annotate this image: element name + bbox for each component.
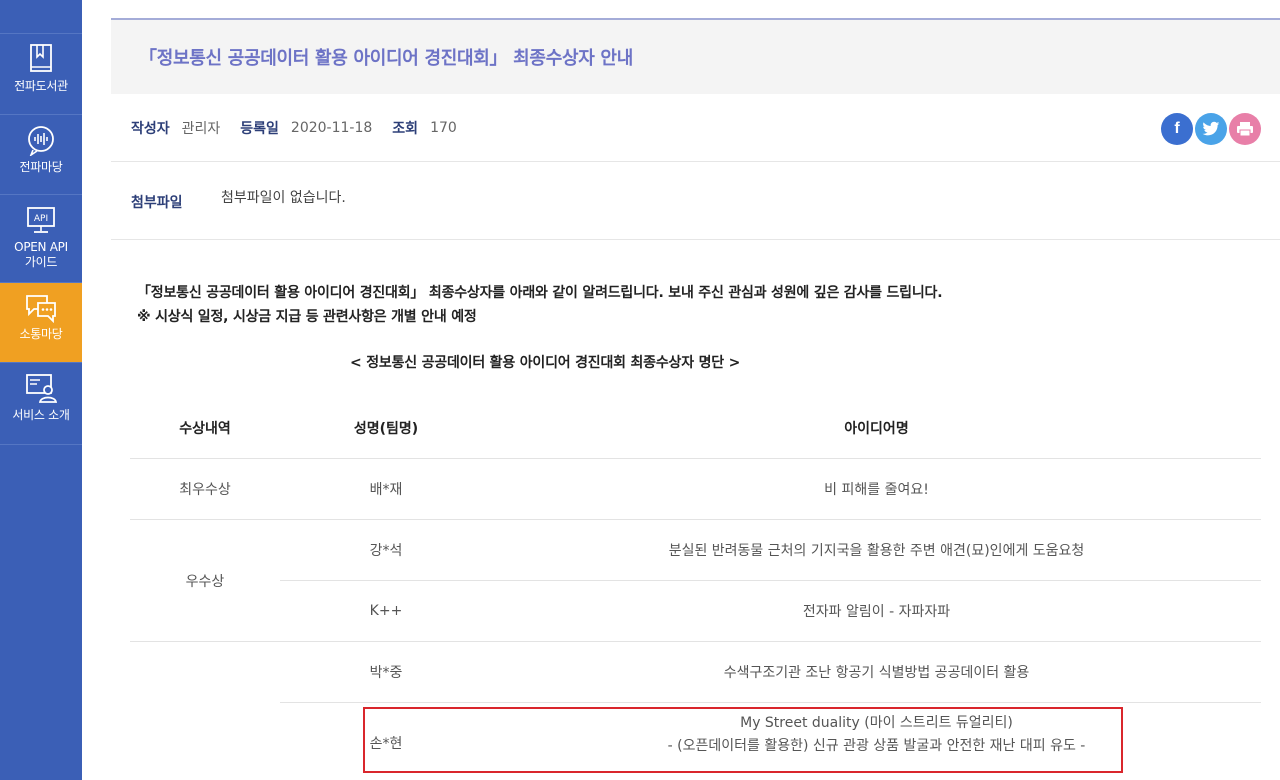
body-line: 「정보통신 공공데이터 활용 아이디어 경진대회」 최종수상자를 아래와 같이 … bbox=[137, 285, 943, 301]
table-cell-idea: 수색구조기관 조난 항공기 식별방법 공공데이터 활용 bbox=[723, 665, 1030, 681]
table-cell-idea: 전자파 알림이 - 자파자파 bbox=[802, 604, 951, 620]
table-cell-name: 손*현 bbox=[369, 736, 403, 752]
table-cell-name: K++ bbox=[369, 603, 403, 619]
table-cell-award: 우수상 bbox=[185, 573, 225, 590]
twitter-icon bbox=[1202, 121, 1220, 136]
table-cell-name: 배*재 bbox=[369, 482, 403, 498]
facebook-share-button[interactable]: f bbox=[1161, 113, 1193, 145]
svg-text:API: API bbox=[34, 214, 48, 224]
api-monitor-icon: API bbox=[27, 207, 55, 233]
attachment-row: 첨부파일 첨부파일이 없습니다. bbox=[111, 162, 1280, 240]
sidebar-item-radio-plaza[interactable]: 전파마당 bbox=[0, 115, 82, 195]
idea-title: My Street duality (마이 스트리트 듀얼리티) bbox=[740, 715, 1013, 731]
attachment-value: 첨부파일이 없습니다. bbox=[221, 190, 346, 206]
print-button[interactable] bbox=[1229, 113, 1261, 145]
attachment-label: 첨부파일 bbox=[131, 195, 183, 211]
chat-bubbles-icon bbox=[26, 295, 56, 323]
body-note: ※ 시상식 일정, 시상금 지급 등 관련사항은 개별 안내 예정 bbox=[137, 309, 477, 325]
sidebar-item-label: 서비스 소개 bbox=[12, 408, 70, 422]
page-title: 「정보통신 공공데이터 활용 아이디어 경진대회」 최종수상자 안내 bbox=[139, 48, 633, 69]
author-value: 관리자 bbox=[181, 121, 221, 137]
post-meta: 작성자 관리자 등록일 2020-11-18 조회 170 f bbox=[111, 94, 1280, 162]
table-header-award: 수상내역 bbox=[179, 421, 231, 437]
date-label: 등록일 bbox=[240, 121, 279, 137]
table-cell-idea: 비 피해를 줄여요! bbox=[824, 482, 929, 498]
views-value: 170 bbox=[430, 120, 457, 136]
table-header-idea: 아이디어명 bbox=[844, 421, 909, 437]
service-person-icon bbox=[26, 374, 58, 403]
sidebar-item-communication[interactable]: 소통마당 bbox=[0, 283, 82, 363]
views-label: 조회 bbox=[392, 121, 419, 137]
idea-subtitle: - (오픈데이터를 활용한) 신규 관광 상품 발굴과 안전한 재난 대피 유도… bbox=[667, 738, 1086, 754]
sidebar-item-label: 소통마당 bbox=[19, 327, 63, 341]
table-cell-award: 최우수상 bbox=[179, 482, 231, 498]
sidebar-top-spacer bbox=[0, 0, 82, 34]
speech-wave-icon bbox=[28, 126, 54, 156]
share-buttons: f bbox=[1159, 113, 1261, 145]
table-header-name: 성명(팀명) bbox=[353, 421, 419, 437]
sidebar-item-service-intro[interactable]: 서비스 소개 bbox=[0, 363, 82, 445]
table-cell-idea: My Street duality (마이 스트리트 듀얼리티) - (오픈데이… bbox=[492, 703, 1261, 780]
twitter-share-button[interactable] bbox=[1195, 113, 1227, 145]
sidebar-item-open-api-guide[interactable]: API OPEN API 가이드 bbox=[0, 195, 82, 283]
table-cell-name: 강*석 bbox=[369, 543, 403, 559]
sidebar-item-label: 전파마당 bbox=[19, 160, 63, 174]
sidebar-item-label: 전파도서관 bbox=[14, 79, 68, 93]
book-icon bbox=[30, 44, 52, 72]
author-label: 작성자 bbox=[131, 121, 170, 137]
table-cell-name: 박*중 bbox=[369, 665, 403, 681]
printer-icon bbox=[1237, 122, 1253, 137]
sidebar-item-library[interactable]: 전파도서관 bbox=[0, 35, 82, 115]
winners-list-heading: < 정보통신 공공데이터 활용 아이디어 경진대회 최종수상자 명단 > bbox=[350, 355, 741, 371]
sidebar-item-label: OPEN API 가이드 bbox=[14, 240, 68, 269]
date-value: 2020-11-18 bbox=[290, 120, 373, 136]
left-sidebar: 전파도서관 전파마당 API OPEN API 가이드 소통마당 서비스 소개 bbox=[0, 0, 82, 780]
post-body: 「정보통신 공공데이터 활용 아이디어 경진대회」 최종수상자를 아래와 같이 … bbox=[137, 281, 943, 329]
facebook-icon: f bbox=[1174, 120, 1180, 137]
table-cell-idea: 분실된 반려동물 근처의 기지국을 활용한 주변 애견(묘)인에게 도움요청 bbox=[668, 543, 1085, 559]
post-title-bar: 「정보통신 공공데이터 활용 아이디어 경진대회」 최종수상자 안내 bbox=[111, 18, 1280, 94]
